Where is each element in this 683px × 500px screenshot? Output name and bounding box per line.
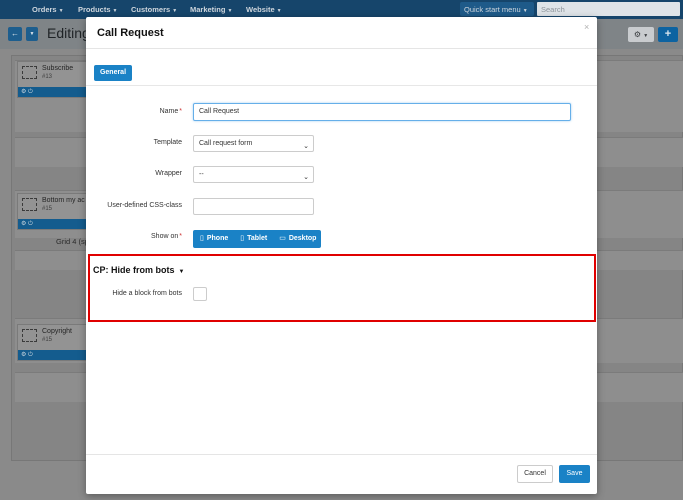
caret-down-icon: ▼ xyxy=(178,269,185,275)
divider xyxy=(86,48,597,49)
close-icon[interactable]: × xyxy=(584,22,589,32)
show-on-phone-button[interactable]: ▯ Phone xyxy=(193,230,234,248)
block-title: Subscribe xyxy=(42,65,74,72)
nav-products[interactable]: Products ▼ xyxy=(78,5,117,14)
hide-from-bots-checkbox[interactable] xyxy=(193,287,207,301)
quick-start-menu[interactable]: Quick start menu ▼ xyxy=(460,2,534,16)
block-thumbnail xyxy=(22,66,37,79)
save-button[interactable]: Save xyxy=(559,465,590,483)
divider xyxy=(86,85,597,86)
nav-customers[interactable]: Customers ▼ xyxy=(131,5,177,14)
block-actions-bar: ⚙ ⏻ xyxy=(18,350,86,360)
caret-down-icon[interactable]: ▼ xyxy=(26,27,38,41)
template-select[interactable]: Call request form ⌄ xyxy=(193,135,314,152)
caret-down-icon: ▼ xyxy=(58,8,64,14)
top-search-input[interactable]: Search xyxy=(537,2,680,16)
phone-icon: ▯ xyxy=(200,235,204,242)
nav-website[interactable]: Website ▼ xyxy=(246,5,282,14)
caret-down-icon: ▼ xyxy=(276,8,282,14)
cp-hide-from-bots-heading[interactable]: CP: Hide from bots ▼ xyxy=(93,265,184,275)
caret-down-icon: ▼ xyxy=(522,8,528,14)
background-block: Bottom my ac #15 ⚙ ⏻ xyxy=(17,193,87,230)
show-on-desktop-button[interactable]: ▭ Desktop xyxy=(272,230,322,248)
caret-down-icon: ▼ xyxy=(172,8,178,14)
wrapper-select[interactable]: -- ⌄ xyxy=(193,166,314,183)
call-request-dialog: Call Request × General Name* Call Reques… xyxy=(86,17,597,494)
page-title: Editing xyxy=(47,25,90,41)
name-label: Name* xyxy=(159,108,182,115)
background-block: Copyright #15 ⚙ ⏻ xyxy=(17,324,87,361)
settings-gear-button[interactable]: ⚙ ▼ xyxy=(628,27,654,42)
desktop-icon: ▭ xyxy=(279,235,286,242)
block-title: Copyright xyxy=(42,328,72,335)
divider xyxy=(86,454,597,455)
caret-down-icon: ▼ xyxy=(227,8,233,14)
chevron-down-icon: ⌄ xyxy=(303,174,309,181)
name-input[interactable]: Call Request xyxy=(193,103,571,121)
grid-label: Grid 4 (sp xyxy=(56,237,89,246)
block-id: #15 xyxy=(42,337,53,343)
block-id: #15 xyxy=(42,206,53,212)
tablet-icon: ▯ xyxy=(240,235,245,242)
block-actions-bar: ⚙ ⏻ xyxy=(18,219,86,229)
css-class-input[interactable] xyxy=(193,198,314,215)
dialog-title: Call Request xyxy=(97,27,164,39)
back-arrow-icon[interactable]: ← xyxy=(8,27,22,41)
show-on-label: Show on* xyxy=(151,233,182,240)
block-actions-bar: ⚙ ⏻ xyxy=(18,87,86,97)
caret-down-icon: ▼ xyxy=(112,8,118,14)
show-on-toggle-group: ▯ Phone ▯ Tablet ▭ Desktop xyxy=(193,230,322,248)
tab-general[interactable]: General xyxy=(94,65,132,81)
block-thumbnail xyxy=(22,329,37,342)
nav-orders[interactable]: Orders ▼ xyxy=(32,5,64,14)
nav-marketing[interactable]: Marketing ▼ xyxy=(190,5,232,14)
block-id: #13 xyxy=(42,74,53,80)
block-title: Bottom my ac xyxy=(42,197,85,204)
show-on-tablet-button[interactable]: ▯ Tablet xyxy=(233,230,273,248)
hide-from-bots-label: Hide a block from bots xyxy=(112,290,182,297)
cancel-button[interactable]: Cancel xyxy=(517,465,553,483)
css-class-label: User-defined CSS-class xyxy=(107,202,182,209)
template-label: Template xyxy=(153,139,182,146)
chevron-down-icon: ⌄ xyxy=(303,143,309,150)
background-block: Subscribe #13 ⚙ ⏻ xyxy=(17,61,87,98)
add-button[interactable]: + xyxy=(658,27,678,42)
block-thumbnail xyxy=(22,198,37,211)
wrapper-label: Wrapper xyxy=(155,170,182,177)
